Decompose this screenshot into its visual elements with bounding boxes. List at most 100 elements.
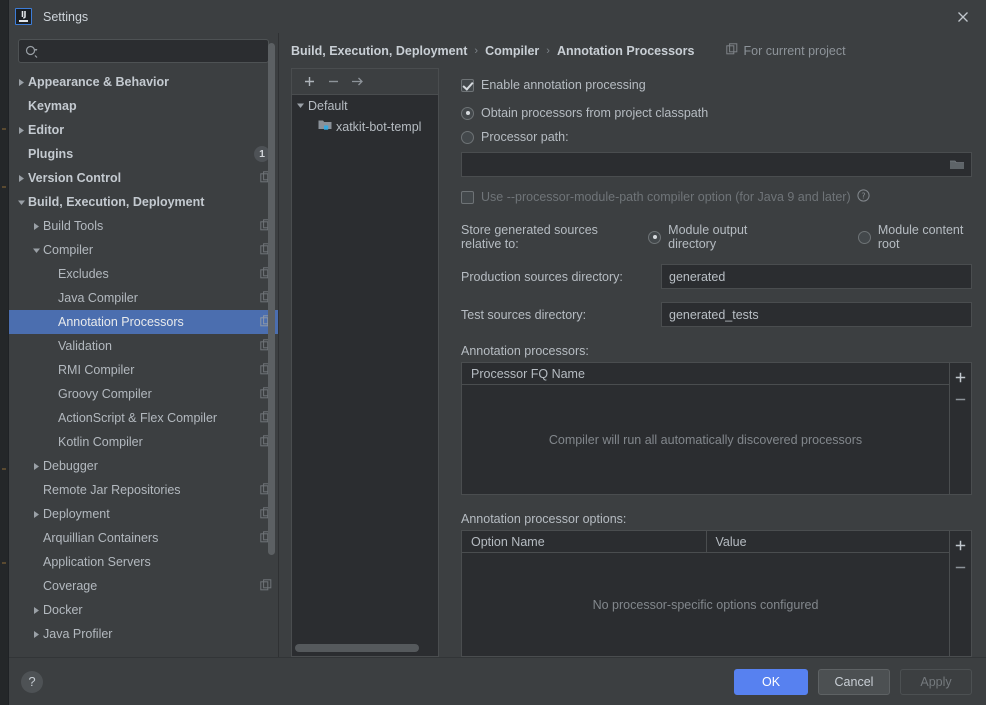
tree-arrow[interactable] <box>30 510 43 519</box>
copy-settings-icon[interactable] <box>260 578 272 594</box>
sidebar-item-build-tools[interactable]: Build Tools <box>9 214 278 238</box>
module-group-row[interactable]: Default <box>292 95 438 116</box>
module-content-root-option[interactable]: Module content root <box>857 223 972 251</box>
sidebar-scrollbar[interactable] <box>268 43 275 555</box>
sidebar-item-deployment[interactable]: Deployment <box>9 502 278 526</box>
enable-annotation-processing-label: Enable annotation processing <box>481 78 646 92</box>
sidebar-item-compiler[interactable]: Compiler <box>9 238 278 262</box>
tree-arrow[interactable] <box>30 246 43 255</box>
sidebar-item-arquillian-containers[interactable]: Arquillian Containers <box>9 526 278 550</box>
sidebar-item-keymap[interactable]: Keymap <box>9 94 278 118</box>
remove-module-button[interactable] <box>321 71 345 93</box>
remove-processor-button[interactable] <box>951 388 971 410</box>
sidebar-item-label: Plugins <box>28 147 74 161</box>
sidebar-item-debugger[interactable]: Debugger <box>9 454 278 478</box>
sidebar-item-kotlin-compiler[interactable]: Kotlin Compiler <box>9 430 278 454</box>
sidebar-item-validation[interactable]: Validation <box>9 334 278 358</box>
annotation-processor-options-title: Annotation processor options: <box>461 512 627 526</box>
dialog-titlebar: Settings <box>9 0 986 33</box>
module-content-root-label: Module content root <box>877 223 964 251</box>
sidebar-item-build-execution-deployment[interactable]: Build, Execution, Deployment <box>9 190 278 214</box>
dialog-footer: ? OK Cancel Apply <box>9 657 986 705</box>
search-box[interactable] <box>18 39 269 63</box>
processors-table-actions <box>949 363 971 494</box>
sidebar-item-plugins[interactable]: Plugins 1 <box>9 142 278 166</box>
processor-path-row[interactable]: Processor path: <box>461 130 972 144</box>
remove-option-button[interactable] <box>951 556 971 578</box>
add-module-button[interactable] <box>297 71 321 93</box>
annotation-processors-form: Enable annotation processing Obtain proc… <box>451 68 986 657</box>
settings-tree[interactable]: Appearance & Behavior Keymap Editor Plugins… <box>9 67 278 657</box>
module-content-root-radio[interactable] <box>857 230 871 244</box>
cancel-button[interactable]: Cancel <box>818 668 890 695</box>
sidebar-item-groovy-compiler[interactable]: Groovy Compiler <box>9 382 278 406</box>
annotation-processors-table: Processor FQ Name Compiler will run all … <box>461 362 972 495</box>
sidebar-item-version-control[interactable]: Version Control <box>9 166 278 190</box>
processor-module-path-checkbox[interactable] <box>461 190 474 204</box>
sidebar-item-actionscript-flex-compiler[interactable]: ActionScript & Flex Compiler <box>9 406 278 430</box>
sidebar-item-java-profiler[interactable]: Java Profiler <box>9 622 278 646</box>
add-option-button[interactable] <box>951 534 971 556</box>
intellij-logo-icon <box>15 8 32 25</box>
breadcrumb-separator: › <box>474 44 479 57</box>
sidebar-item-label: Editor <box>28 123 65 137</box>
tree-arrow[interactable] <box>30 462 43 471</box>
sidebar-item-editor[interactable]: Editor <box>9 118 278 142</box>
tree-arrow[interactable] <box>15 174 28 183</box>
enable-annotation-processing-checkbox[interactable] <box>461 78 474 92</box>
module-output-directory-option[interactable]: Module output directory <box>648 223 780 251</box>
move-module-button[interactable] <box>345 71 369 93</box>
tree-arrow[interactable] <box>30 606 43 615</box>
tree-arrow[interactable] <box>15 78 28 87</box>
column-option-name[interactable]: Option Name <box>462 531 706 552</box>
svg-text:?: ? <box>861 192 865 201</box>
module-list-item[interactable]: xatkit-bot-templ <box>292 116 438 137</box>
sidebar-item-label: Keymap <box>28 99 77 113</box>
enable-annotation-processing-row[interactable]: Enable annotation processing <box>461 78 972 92</box>
column-value[interactable]: Value <box>705 531 950 552</box>
module-label: xatkit-bot-templ <box>336 119 422 134</box>
column-processor-fq-name[interactable]: Processor FQ Name <box>462 363 949 384</box>
sidebar-item-appearance-behavior[interactable]: Appearance & Behavior <box>9 70 278 94</box>
sidebar-item-java-compiler[interactable]: Java Compiler <box>9 286 278 310</box>
copy-settings-icon[interactable] <box>726 43 738 58</box>
tree-arrow[interactable] <box>30 630 43 639</box>
chevron-right-icon <box>19 126 24 134</box>
help-icon[interactable]: ? <box>857 189 870 205</box>
breadcrumb-item[interactable]: Annotation Processors <box>557 44 695 58</box>
sidebar-item-application-servers[interactable]: Application Servers <box>9 550 278 574</box>
module-output-directory-radio[interactable] <box>648 230 662 244</box>
obtain-from-classpath-row[interactable]: Obtain processors from project classpath <box>461 106 972 120</box>
module-list-scrollbar[interactable] <box>295 644 419 652</box>
sidebar-item-rmi-compiler[interactable]: RMI Compiler <box>9 358 278 382</box>
tree-arrow[interactable] <box>15 198 28 207</box>
production-sources-input[interactable] <box>661 264 972 289</box>
sidebar-item-coverage[interactable]: Coverage <box>9 574 278 598</box>
search-input[interactable] <box>42 44 262 58</box>
sidebar-item-remote-jar-repositories[interactable]: Remote Jar Repositories <box>9 478 278 502</box>
close-icon[interactable] <box>946 4 980 30</box>
processor-path-input[interactable] <box>461 152 972 177</box>
chevron-right-icon <box>34 630 39 638</box>
breadcrumb-separator: › <box>546 44 550 57</box>
ok-button[interactable]: OK <box>734 668 808 695</box>
sidebar-item-annotation-processors[interactable]: Annotation Processors <box>9 310 278 334</box>
tree-arrow[interactable] <box>292 101 308 110</box>
sidebar-item-docker[interactable]: Docker <box>9 598 278 622</box>
apply-button[interactable]: Apply <box>900 668 972 695</box>
obtain-from-classpath-radio[interactable] <box>461 106 474 120</box>
breadcrumb-item[interactable]: Build, Execution, Deployment <box>291 44 467 58</box>
processor-path-radio[interactable] <box>461 130 474 144</box>
processor-module-path-row[interactable]: Use --processor-module-path compiler opt… <box>461 189 972 205</box>
tree-arrow[interactable] <box>15 126 28 135</box>
chevron-right-icon <box>19 174 24 182</box>
sidebar-item-label: Docker <box>43 603 83 617</box>
help-button[interactable]: ? <box>21 670 43 693</box>
add-processor-button[interactable] <box>951 366 971 388</box>
sidebar-item-excludes[interactable]: Excludes <box>9 262 278 286</box>
module-list[interactable]: Default xatkit-bot-templ <box>291 94 439 657</box>
sidebar-item-label: Validation <box>58 339 112 353</box>
tree-arrow[interactable] <box>30 222 43 231</box>
test-sources-input[interactable] <box>661 302 972 327</box>
breadcrumb-item[interactable]: Compiler <box>485 44 539 58</box>
